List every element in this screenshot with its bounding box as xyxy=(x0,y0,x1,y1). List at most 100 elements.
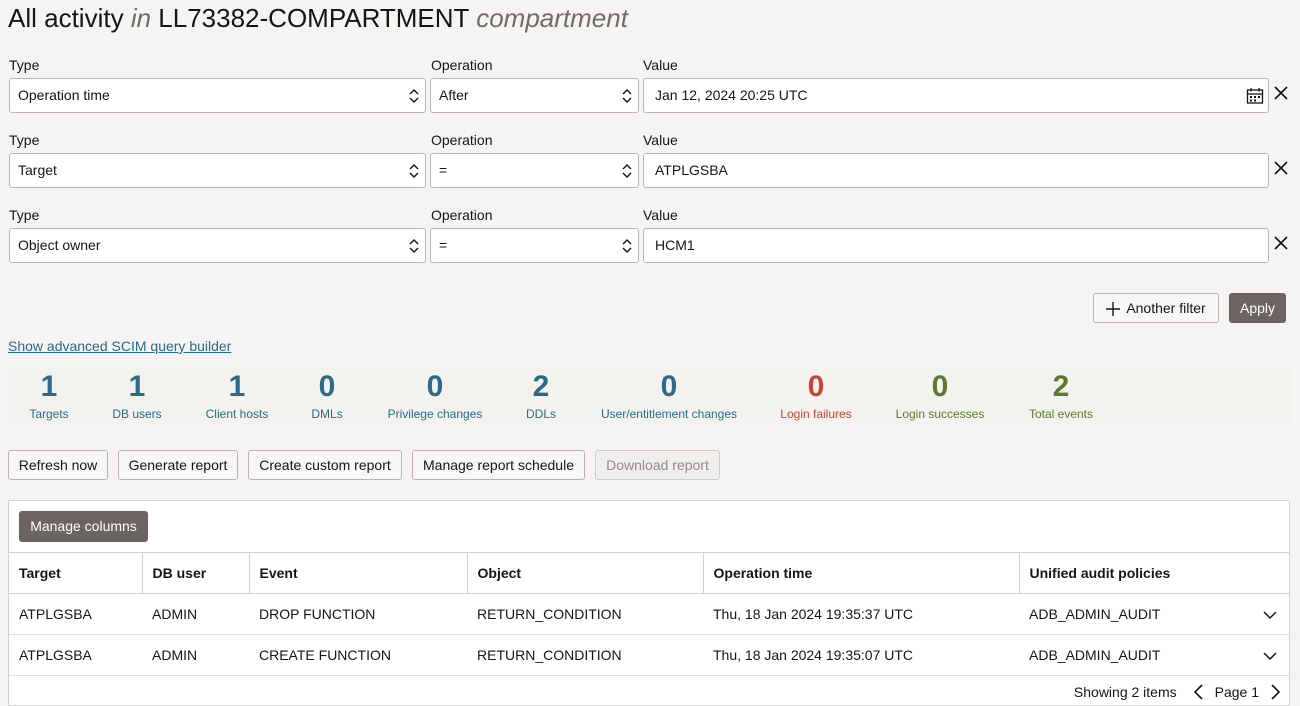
column-header-target[interactable]: Target xyxy=(9,552,142,594)
table-header-row: Target DB user Event Object Operation ti… xyxy=(9,552,1289,594)
generate-report-button[interactable]: Generate report xyxy=(118,450,238,480)
operation-select[interactable]: = xyxy=(430,153,639,188)
select-arrows-icon xyxy=(409,89,419,103)
stat-value: 0 xyxy=(318,370,336,403)
cell-event: DROP FUNCTION xyxy=(249,593,467,635)
column-header-db-user[interactable]: DB user xyxy=(141,552,249,594)
filter-row-2: Type Operation Value Target = ATPLGSBA xyxy=(0,131,1300,206)
refresh-now-button[interactable]: Refresh now xyxy=(8,450,108,480)
apply-button[interactable]: Apply xyxy=(1229,293,1286,323)
plus-icon xyxy=(1106,302,1120,316)
stat-db-users[interactable]: 1 DB users xyxy=(107,366,167,420)
cell-unified-audit-policies: ADB_ADMIN_AUDIT xyxy=(1019,593,1289,635)
select-arrows-icon xyxy=(409,239,419,253)
select-arrows-icon xyxy=(409,164,419,178)
stat-value: 2 xyxy=(1052,370,1070,403)
operation-select[interactable]: = xyxy=(430,228,639,263)
select-arrows-icon xyxy=(622,239,632,253)
type-select[interactable]: Object owner xyxy=(9,228,426,263)
stat-label: Client hosts xyxy=(205,407,269,421)
stat-login-failures[interactable]: 0 Login failures xyxy=(776,366,856,420)
type-select[interactable]: Operation time xyxy=(9,78,426,113)
value-input[interactable]: ATPLGSBA xyxy=(643,153,1269,188)
manage-report-schedule-label: Manage report schedule xyxy=(423,457,574,473)
select-arrows-icon xyxy=(622,89,632,103)
cell-event: CREATE FUNCTION xyxy=(249,634,467,676)
datetime-input[interactable]: Jan 12, 2024 20:25 UTC xyxy=(643,78,1269,113)
table-row[interactable]: ATPLGSBA ADMIN CREATE FUNCTION RETURN_CO… xyxy=(9,634,1289,676)
stat-label: User/entitlement changes xyxy=(600,407,738,421)
cell-object: RETURN_CONDITION xyxy=(467,634,703,676)
manage-report-schedule-button[interactable]: Manage report schedule xyxy=(412,450,585,480)
stat-ddls[interactable]: 2 DDLs xyxy=(519,366,563,420)
expand-row-chevron-icon[interactable] xyxy=(1263,649,1277,663)
create-custom-report-button[interactable]: Create custom report xyxy=(248,450,402,480)
stat-user-entitlement-changes[interactable]: 0 User/entitlement changes xyxy=(597,366,741,420)
stat-label: Login failures xyxy=(780,407,852,421)
table-row[interactable]: ATPLGSBA ADMIN DROP FUNCTION RETURN_COND… xyxy=(9,593,1289,635)
stat-privilege-changes[interactable]: 0 Privilege changes xyxy=(384,366,486,420)
stat-value: 2 xyxy=(532,370,550,403)
stat-value: 0 xyxy=(660,370,678,403)
stat-value: 1 xyxy=(128,370,146,403)
datetime-input-value: Jan 12, 2024 20:25 UTC xyxy=(655,87,808,103)
cell-target: ATPLGSBA xyxy=(9,634,142,676)
page-title: All activity in LL73382-COMPARTMENT comp… xyxy=(8,3,628,34)
filter-row-1: Type Operation Value Operation time Afte… xyxy=(0,56,1300,131)
stat-label: DMLs xyxy=(311,407,343,421)
value-input[interactable]: HCM1 xyxy=(643,228,1269,263)
expand-row-chevron-icon[interactable] xyxy=(1263,608,1277,622)
column-header-object[interactable]: Object xyxy=(466,552,703,594)
another-filter-button[interactable]: Another filter xyxy=(1093,293,1219,323)
operation-label: Operation xyxy=(431,132,493,148)
cell-object: RETURN_CONDITION xyxy=(467,593,703,635)
type-select[interactable]: Target xyxy=(9,153,426,188)
stat-label: DDLs xyxy=(525,407,556,421)
type-select-value: Target xyxy=(18,162,57,178)
type-label: Type xyxy=(9,57,40,73)
audit-events-panel: Manage columns Target DB user Event Obje… xyxy=(8,500,1290,706)
scim-query-builder-link[interactable]: Show advanced SCIM query builder xyxy=(8,338,231,354)
operation-select-value: After xyxy=(439,87,469,103)
stat-value: 1 xyxy=(228,370,246,403)
type-label: Type xyxy=(9,207,40,223)
type-select-value: Object owner xyxy=(18,237,101,253)
remove-filter-icon[interactable] xyxy=(1272,159,1290,177)
stat-label: Privilege changes xyxy=(387,407,483,421)
stat-label: Total events xyxy=(1028,407,1094,421)
manage-columns-label: Manage columns xyxy=(30,518,137,534)
download-report-button[interactable]: Download report xyxy=(595,450,720,480)
type-select-value: Operation time xyxy=(18,87,110,103)
stat-dmls[interactable]: 0 DMLs xyxy=(304,366,350,420)
calendar-icon[interactable] xyxy=(1246,87,1264,105)
column-header-unified-audit-policies[interactable]: Unified audit policies xyxy=(1018,552,1289,594)
stat-targets[interactable]: 1 Targets xyxy=(22,366,76,420)
previous-page-icon[interactable] xyxy=(1193,684,1205,700)
showing-items: Showing 2 items xyxy=(1073,684,1177,700)
refresh-now-label: Refresh now xyxy=(18,457,98,473)
value-label: Value xyxy=(643,132,678,148)
operation-label: Operation xyxy=(431,207,493,223)
operation-select[interactable]: After xyxy=(430,78,639,113)
cell-db-user: ADMIN xyxy=(142,593,249,635)
remove-filter-icon[interactable] xyxy=(1272,234,1290,252)
value-input-value: HCM1 xyxy=(655,237,695,253)
page-title-in: in xyxy=(130,3,152,33)
manage-columns-button[interactable]: Manage columns xyxy=(19,511,148,542)
next-page-icon[interactable] xyxy=(1269,684,1281,700)
stat-total-events[interactable]: 2 Total events xyxy=(1024,366,1098,420)
value-label: Value xyxy=(643,57,678,73)
remove-filter-icon[interactable] xyxy=(1272,84,1290,102)
operation-select-value: = xyxy=(439,237,448,253)
stat-client-hosts[interactable]: 1 Client hosts xyxy=(201,366,273,420)
stat-login-successes[interactable]: 0 Login successes xyxy=(892,366,988,420)
audit-events-table: Target DB user Event Object Operation ti… xyxy=(9,552,1289,676)
value-label: Value xyxy=(643,207,678,223)
compartment-word: compartment xyxy=(476,3,628,33)
another-filter-label: Another filter xyxy=(1126,300,1206,316)
column-header-event[interactable]: Event xyxy=(248,552,467,594)
compartment-name: LL73382-COMPARTMENT xyxy=(158,3,469,33)
column-header-operation-time[interactable]: Operation time xyxy=(702,552,1019,594)
operation-select-value: = xyxy=(439,162,448,178)
table-pagination: Showing 2 items Page 1 xyxy=(1074,684,1281,700)
